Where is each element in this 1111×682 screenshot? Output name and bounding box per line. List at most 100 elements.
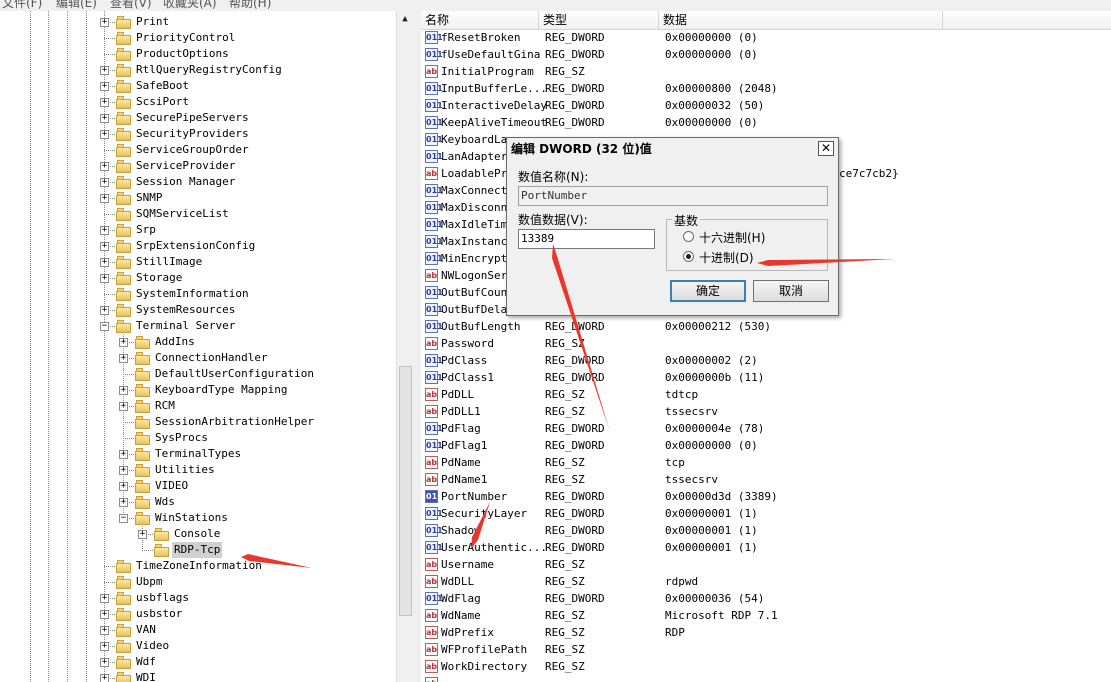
value-row[interactable]: 011 Shadow REG_DWORD 0x00000001 (1): [421, 522, 1111, 539]
expand-icon[interactable]: +: [100, 18, 109, 27]
scroll-thumb[interactable]: [399, 366, 412, 616]
tree-scrollbar[interactable]: ▲: [396, 11, 413, 682]
value-row[interactable]: 011 KeepAliveTimeout REG_DWORD 0x00000000 (…: [421, 114, 1111, 131]
expand-icon[interactable]: +: [100, 226, 109, 235]
expand-icon[interactable]: +: [119, 466, 128, 475]
expand-icon[interactable]: +: [100, 178, 109, 187]
tree-item[interactable]: Print: [134, 14, 171, 30]
tree-item[interactable]: Srp: [134, 222, 158, 238]
value-row[interactable]: 011 InteractiveDelay REG_DWORD 0x00000032 (…: [421, 97, 1111, 114]
expand-icon[interactable]: +: [100, 642, 109, 651]
tree-item[interactable]: ServiceProvider: [134, 158, 237, 174]
value-row[interactable]: ab InitialProgram REG_SZ: [421, 63, 1111, 80]
menu-item[interactable]: 收藏夹(A): [163, 0, 217, 11]
value-row[interactable]: 011 PdClass REG_DWORD 0x00000002 (2): [421, 352, 1111, 369]
tree-item[interactable]: SNMP: [134, 190, 165, 206]
cancel-button[interactable]: 取消: [753, 280, 829, 302]
tree-item[interactable]: Video: [134, 638, 171, 654]
value-row[interactable]: ab WdDLL REG_SZ rdpwd: [421, 573, 1111, 590]
expand-icon[interactable]: +: [100, 258, 109, 267]
tree-item[interactable]: ScsiPort: [134, 94, 191, 110]
tree-item[interactable]: DefaultUserConfiguration: [153, 366, 316, 382]
value-row[interactable]: 011 PdFlag1 REG_DWORD 0x00000000 (0): [421, 437, 1111, 454]
tree-item[interactable]: TerminalTypes: [153, 446, 243, 462]
expand-icon[interactable]: +: [100, 610, 109, 619]
value-row[interactable]: 011 PdFlag REG_DWORD 0x0000004e (78): [421, 420, 1111, 437]
tree-item[interactable]: SystemResources: [134, 302, 237, 318]
tree-item[interactable]: SecurePipeServers: [134, 110, 251, 126]
value-row[interactable]: 011 fUseDefaultGina REG_DWORD 0x00000000 (0…: [421, 46, 1111, 63]
value-row[interactable]: ab PdDLL1 REG_SZ tssecsrv: [421, 403, 1111, 420]
collapse-icon[interactable]: −: [100, 322, 109, 331]
tree-item[interactable]: Console: [172, 526, 222, 542]
value-name-field[interactable]: PortNumber: [518, 186, 828, 206]
value-row[interactable]: ab: [421, 675, 1111, 682]
value-row[interactable]: ab PdName REG_SZ tcp: [421, 454, 1111, 471]
tree-item[interactable]: usbstor: [134, 606, 184, 622]
radio-hex[interactable]: [683, 231, 694, 242]
expand-icon[interactable]: +: [100, 306, 109, 315]
tree-item[interactable]: Wdf: [134, 654, 158, 670]
expand-icon[interactable]: +: [100, 658, 109, 667]
value-row[interactable]: ab Password REG_SZ: [421, 335, 1111, 352]
tree-item[interactable]: AddIns: [153, 334, 197, 350]
radio-decimal[interactable]: [683, 251, 694, 262]
tree-item[interactable]: Terminal Server: [134, 318, 237, 334]
pane-splitter[interactable]: [413, 11, 421, 682]
tree-item[interactable]: SQMServiceList: [134, 206, 231, 222]
tree-item[interactable]: Ubpm: [134, 574, 165, 590]
tree-item-selected[interactable]: RDP-Tcp: [172, 542, 223, 558]
expand-icon[interactable]: +: [119, 450, 128, 459]
tree-item[interactable]: SrpExtensionConfig: [134, 238, 257, 254]
ok-button[interactable]: 确定: [670, 280, 746, 302]
column-header-name[interactable]: 名称: [421, 11, 539, 30]
expand-icon[interactable]: +: [138, 530, 147, 539]
value-data-input[interactable]: 13389: [518, 229, 655, 249]
expand-icon[interactable]: +: [119, 498, 128, 507]
value-row[interactable]: ab WFProfilePath REG_SZ: [421, 641, 1111, 658]
tree-item[interactable]: Wds: [153, 494, 177, 510]
tree-item[interactable]: PriorityControl: [134, 30, 237, 46]
close-icon[interactable]: ✕: [818, 141, 834, 156]
tree-item[interactable]: ServiceGroupOrder: [134, 142, 251, 158]
tree-item[interactable]: StillImage: [134, 254, 204, 270]
value-row[interactable]: 011 OutBufLength REG_DWORD 0x00000212 (530): [421, 318, 1111, 335]
expand-icon[interactable]: +: [100, 114, 109, 123]
collapse-icon[interactable]: −: [119, 514, 128, 523]
value-row[interactable]: 011 PortNumber REG_DWORD 0x00000d3d (3389): [421, 488, 1111, 505]
expand-icon[interactable]: +: [100, 626, 109, 635]
menu-item[interactable]: 文件(F): [2, 0, 42, 11]
expand-icon[interactable]: +: [119, 482, 128, 491]
tree-item[interactable]: RtlQueryRegistryConfig: [134, 62, 284, 78]
expand-icon[interactable]: +: [100, 66, 109, 75]
tree-item[interactable]: VIDEO: [153, 478, 190, 494]
value-row[interactable]: ab WdPrefix REG_SZ RDP: [421, 624, 1111, 641]
tree-item[interactable]: ConnectionHandler: [153, 350, 270, 366]
value-row[interactable]: ab PdName1 REG_SZ tssecsrv: [421, 471, 1111, 488]
value-row[interactable]: 011 UserAuthentic... REG_DWORD 0x00000001 (…: [421, 539, 1111, 556]
column-header-type[interactable]: 类型: [539, 11, 659, 30]
tree-item[interactable]: SystemInformation: [134, 286, 251, 302]
value-row[interactable]: 011 WdFlag REG_DWORD 0x00000036 (54): [421, 590, 1111, 607]
value-row[interactable]: ab WdName REG_SZ Microsoft RDP 7.1: [421, 607, 1111, 624]
tree-item[interactable]: ProductOptions: [134, 46, 231, 62]
value-row[interactable]: ab Username REG_SZ: [421, 556, 1111, 573]
value-row[interactable]: 011 SecurityLayer REG_DWORD 0x00000001 (1): [421, 505, 1111, 522]
tree-item[interactable]: WinStations: [153, 510, 230, 526]
expand-icon[interactable]: +: [100, 82, 109, 91]
tree-item[interactable]: TimeZoneInformation: [134, 558, 264, 574]
tree-item[interactable]: SessionArbitrationHelper: [153, 414, 316, 430]
expand-icon[interactable]: +: [100, 274, 109, 283]
menu-item[interactable]: 编辑(E): [56, 0, 97, 11]
radio-decimal-label[interactable]: 十进制(D): [699, 249, 754, 266]
tree-item[interactable]: SysProcs: [153, 430, 210, 446]
tree-item[interactable]: SecurityProviders: [134, 126, 251, 142]
expand-icon[interactable]: +: [100, 242, 109, 251]
expand-icon[interactable]: +: [119, 386, 128, 395]
expand-icon[interactable]: +: [119, 354, 128, 363]
tree-item[interactable]: Utilities: [153, 462, 217, 478]
menu-item[interactable]: 帮助(H): [229, 0, 271, 11]
value-row[interactable]: ab WorkDirectory REG_SZ: [421, 658, 1111, 675]
expand-icon[interactable]: +: [100, 194, 109, 203]
value-row[interactable]: 011 InputBufferLe... REG_DWORD 0x00000800 (…: [421, 80, 1111, 97]
